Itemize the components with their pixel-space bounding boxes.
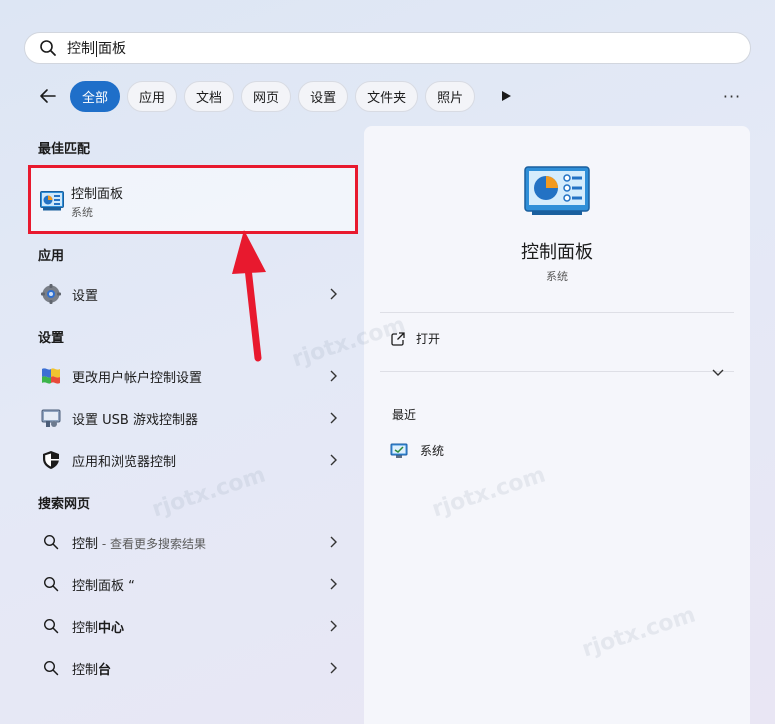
web-result-light: - 查看更多搜索结果 <box>98 536 206 551</box>
best-match-title: 控制面板 <box>71 187 124 202</box>
arrow-left-icon <box>40 89 56 103</box>
chevron-right-icon <box>330 370 337 382</box>
open-label: 打开 <box>416 332 441 346</box>
best-match-header: 最佳匹配 <box>38 142 91 157</box>
web-result-item[interactable]: 控制面板 “ <box>28 566 346 602</box>
web-result-label: 控制中心 <box>72 617 326 636</box>
chevron-right-icon <box>330 454 337 466</box>
web-result-bold: 台 <box>98 662 112 678</box>
chevron-right-icon <box>330 578 337 590</box>
chevron-right-icon <box>330 412 337 424</box>
game-controller-icon <box>41 409 61 427</box>
annotation-arrow-icon <box>232 230 266 362</box>
tab-web[interactable]: 网页 <box>241 80 292 112</box>
search-query-part-2: 面板 <box>98 41 126 57</box>
tab-folders[interactable]: 文件夹 <box>355 80 419 112</box>
tab-documents[interactable]: 文档 <box>184 80 235 112</box>
chevron-down-icon[interactable] <box>710 364 726 380</box>
web-result-bold: 中心 <box>98 620 125 636</box>
list-item-label: 更改用户帐户控制设置 <box>72 370 203 386</box>
web-result-item[interactable]: 控制 - 查看更多搜索结果 <box>28 524 346 560</box>
control-panel-large-icon <box>524 166 590 215</box>
web-result-bold: 控制面板 “ <box>72 578 135 594</box>
web-result-item[interactable]: 控制台 <box>28 650 346 686</box>
uac-flag-icon <box>42 368 60 384</box>
recent-header: 最近 <box>392 408 417 422</box>
search-input[interactable]: 控制 面板 <box>67 38 126 58</box>
web-result-plain: 控制 <box>72 620 99 636</box>
divider <box>380 371 734 372</box>
chevron-right-icon <box>330 288 337 300</box>
gear-icon <box>41 284 61 304</box>
open-external-icon <box>391 331 405 346</box>
tab-apps[interactable]: 应用 <box>127 80 178 112</box>
open-action[interactable]: 打开 <box>390 330 440 347</box>
tab-all[interactable]: 全部 <box>70 80 121 112</box>
system-monitor-icon <box>390 443 408 458</box>
recent-item-label: 系统 <box>420 444 445 458</box>
search-icon <box>40 40 56 56</box>
list-item-usb-game-controller[interactable]: 设置 USB 游戏控制器 <box>28 400 346 436</box>
more-filters-button[interactable] <box>496 86 516 106</box>
search-query-part-1: 控制 <box>67 41 95 57</box>
tab-photos[interactable]: 照片 <box>425 80 476 112</box>
filter-bar: 全部 应用 文档 网页 设置 文件夹 照片 ··· <box>36 80 748 112</box>
list-item-label: 应用和浏览器控制 <box>72 454 177 470</box>
search-icon <box>43 618 59 634</box>
list-item-label: 设置 USB 游戏控制器 <box>72 412 198 428</box>
web-result-plain: 控制 <box>72 662 99 678</box>
search-icon <box>43 534 59 550</box>
list-item-uac-settings[interactable]: 更改用户帐户控制设置 <box>28 358 346 394</box>
search-box[interactable]: 控制 面板 <box>24 32 751 64</box>
detail-subtitle: 系统 <box>546 270 568 283</box>
list-item-settings-app[interactable]: 设置 <box>28 276 346 312</box>
web-result-label: 控制 - 查看更多搜索结果 <box>72 533 326 552</box>
best-match-subtitle: 系统 <box>71 206 93 219</box>
tab-settings[interactable]: 设置 <box>298 80 349 112</box>
control-panel-icon <box>40 191 64 211</box>
play-icon <box>502 91 512 101</box>
list-item-label: 设置 <box>72 288 99 304</box>
divider <box>380 312 734 313</box>
back-button[interactable] <box>36 84 60 108</box>
settings-header: 设置 <box>38 331 65 346</box>
web-result-bold: 控制 <box>72 536 99 552</box>
detail-title: 控制面板 <box>521 242 593 263</box>
best-match-item[interactable]: 控制面板 系统 <box>28 165 358 234</box>
chevron-right-icon <box>330 620 337 632</box>
search-icon <box>43 576 59 592</box>
web-result-item[interactable]: 控制中心 <box>28 608 346 644</box>
search-icon <box>43 660 59 676</box>
web-search-header: 搜索网页 <box>38 497 91 512</box>
web-result-label: 控制台 <box>72 659 326 678</box>
detail-panel: 控制面板 系统 打开 最近 系统 <box>364 126 750 724</box>
more-options-button[interactable]: ··· <box>722 86 742 106</box>
shield-icon <box>43 451 59 469</box>
chevron-right-icon <box>330 662 337 674</box>
chevron-right-icon <box>330 536 337 548</box>
web-result-label: 控制面板 “ <box>72 575 326 594</box>
text-caret <box>96 41 97 57</box>
recent-item-system[interactable]: 系统 <box>390 442 444 459</box>
list-item-app-browser-control[interactable]: 应用和浏览器控制 <box>28 442 346 478</box>
apps-header: 应用 <box>38 249 65 264</box>
